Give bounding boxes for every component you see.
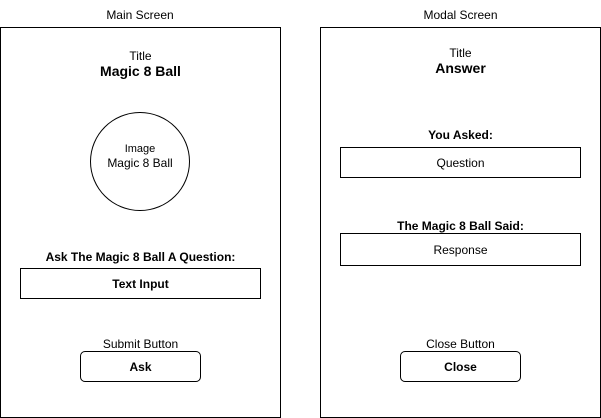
main-screen-label: Main Screen bbox=[106, 8, 174, 22]
image-label: Magic 8 Ball bbox=[107, 156, 173, 170]
modal-page-title: Answer bbox=[435, 60, 486, 76]
main-title-caption: Title bbox=[129, 49, 152, 63]
question-text-input[interactable]: Text Input bbox=[20, 268, 261, 299]
modal-screen-label: Modal Screen bbox=[423, 8, 498, 22]
response-display: Response bbox=[340, 233, 581, 266]
main-page-title: Magic 8 Ball bbox=[100, 63, 181, 79]
image-caption: Image bbox=[124, 143, 156, 155]
modal-title-caption: Title bbox=[449, 46, 472, 60]
close-button[interactable]: Close bbox=[400, 351, 521, 382]
ball-said-label: The Magic 8 Ball Said: bbox=[397, 219, 524, 233]
you-asked-label: You Asked: bbox=[428, 128, 493, 142]
submit-button-caption: Submit Button bbox=[102, 337, 179, 351]
ask-button[interactable]: Ask bbox=[80, 351, 201, 382]
question-label: Ask The Magic 8 Ball A Question: bbox=[45, 250, 236, 264]
close-button-caption: Close Button bbox=[426, 337, 495, 351]
question-display: Question bbox=[340, 147, 581, 178]
